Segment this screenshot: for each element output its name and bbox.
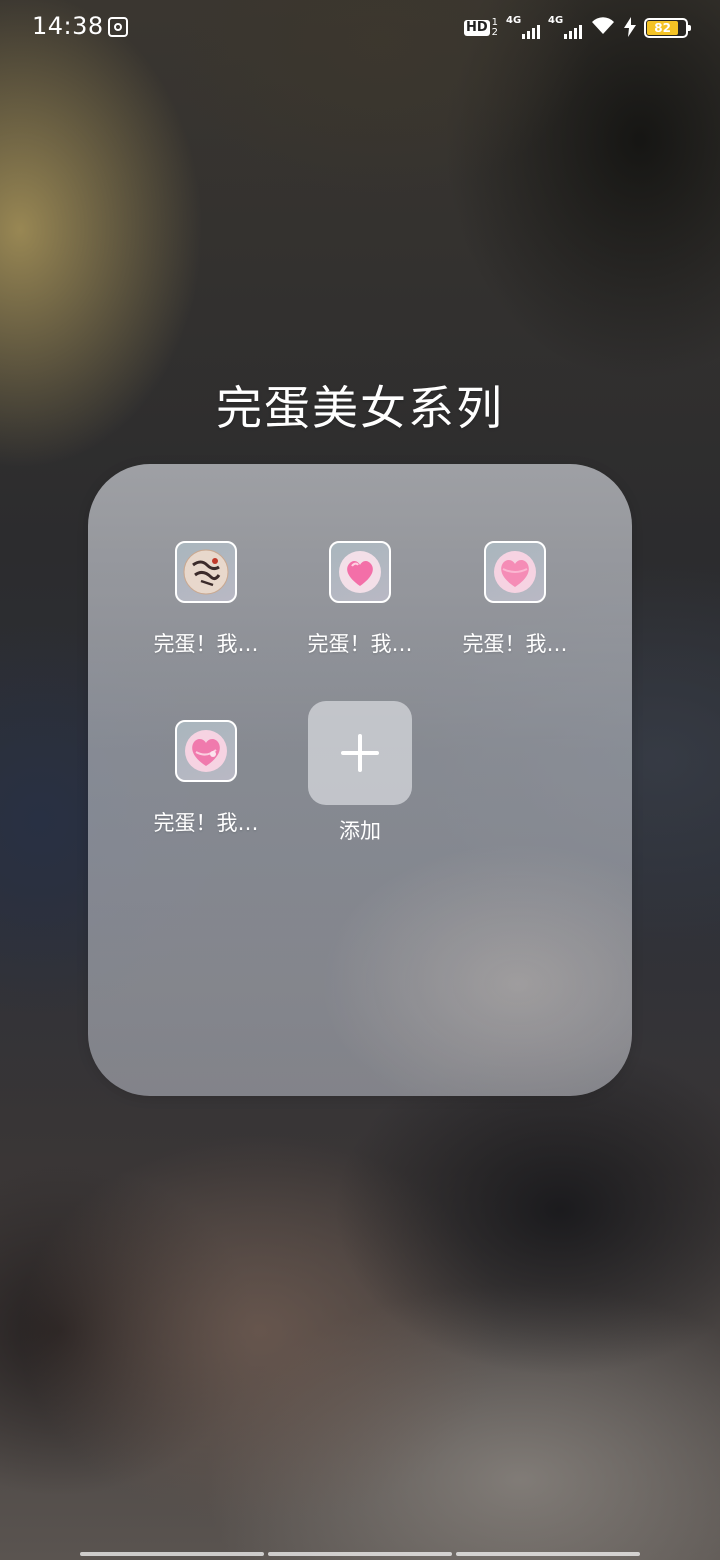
pink-heart-icon[interactable]	[329, 541, 391, 603]
app-item-2[interactable]: 完蛋！我…	[290, 541, 430, 657]
pink-heart-icon[interactable]	[175, 720, 237, 782]
hd-voice-icon: HD 1 2	[463, 18, 498, 38]
navigation-indicator[interactable]	[80, 1552, 640, 1556]
sim1-network-type: 4G	[506, 15, 522, 26]
sim2-signal-icon: 4G	[548, 15, 582, 41]
pink-heart-icon[interactable]	[484, 541, 546, 603]
folder-title[interactable]: 完蛋美女系列	[0, 372, 720, 438]
app-item-4[interactable]: 完蛋！我…	[136, 720, 276, 836]
status-time: 14:38	[32, 12, 104, 40]
app-label: 完蛋！我…	[153, 811, 259, 835]
add-label: 添加	[339, 819, 381, 843]
sim2-network-type: 4G	[548, 15, 564, 26]
app-label: 完蛋！我…	[153, 632, 259, 656]
hd-sub-bottom: 2	[491, 27, 498, 38]
plus-icon-vertical	[358, 734, 362, 772]
status-indicators: HD 1 2 4G 4G 82	[463, 14, 691, 42]
charging-icon	[624, 16, 636, 40]
hd-label: HD	[463, 20, 490, 36]
status-bar: 14:38 HD 1 2 4G 4G 82	[0, 0, 720, 56]
notification-icon	[108, 17, 128, 37]
add-app-button[interactable]	[308, 701, 412, 805]
battery-level: 82	[647, 21, 679, 35]
app-item-1[interactable]: 完蛋！我…	[136, 541, 276, 657]
app-item-3[interactable]: 完蛋！我…	[445, 541, 585, 657]
folder-panel: 完蛋！我… 完蛋！我… 完蛋！我… 完蛋！我… 添加	[88, 464, 632, 1096]
app-label: 完蛋！我…	[462, 632, 568, 656]
sim1-signal-icon: 4G	[506, 15, 540, 41]
calligraphy-avatar-icon[interactable]	[175, 541, 237, 603]
battery-icon: 82	[644, 18, 691, 38]
app-label: 完蛋！我…	[307, 632, 413, 656]
wifi-icon	[590, 16, 616, 41]
